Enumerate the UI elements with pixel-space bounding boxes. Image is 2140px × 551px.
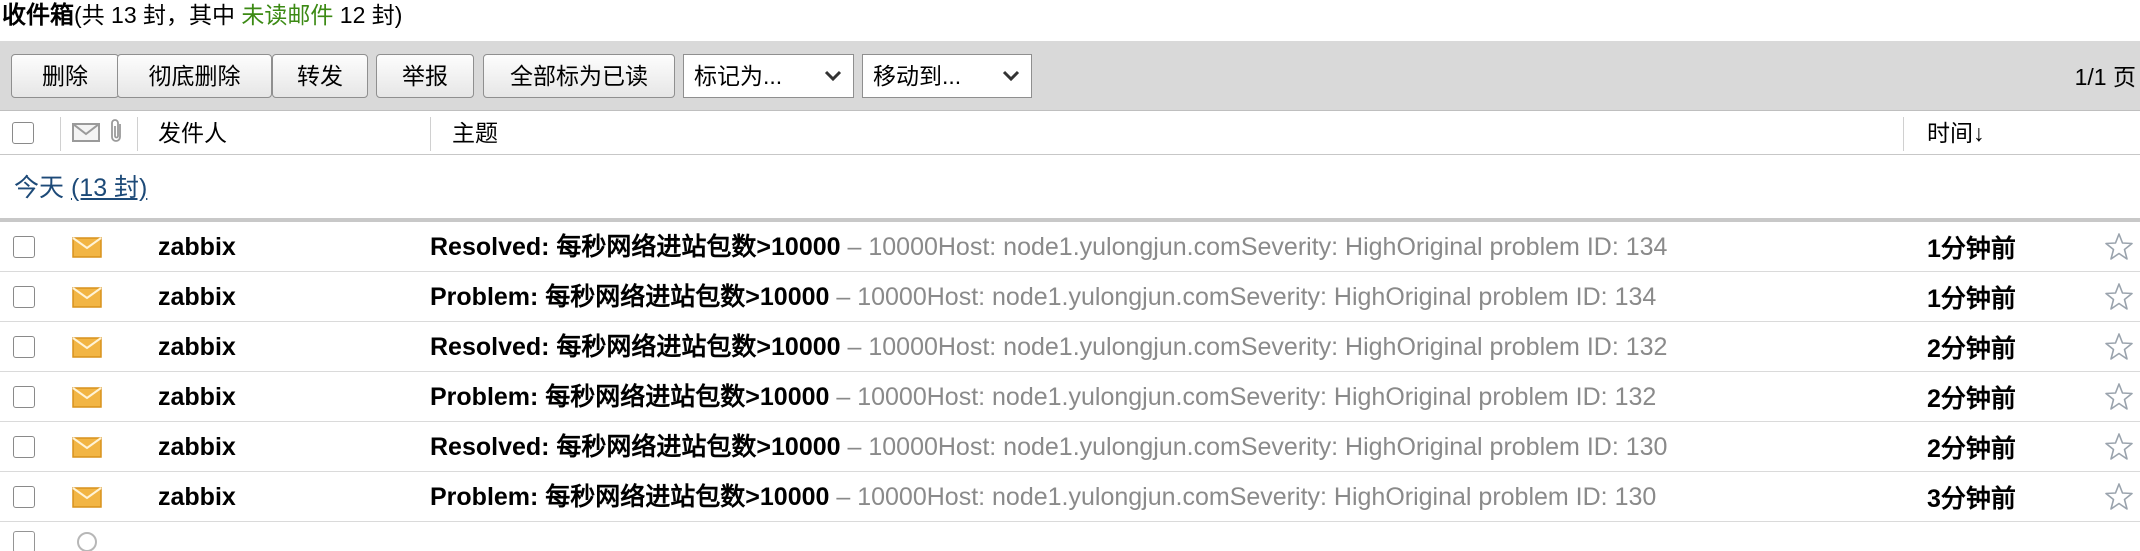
chevron-down-icon <box>824 70 842 82</box>
message-subject-link[interactable]: Resolved: 每秒网络进站包数>10000 – 10000Host: no… <box>430 431 1667 463</box>
row-checkbox[interactable] <box>13 486 35 508</box>
envelope-icon[interactable] <box>72 121 100 143</box>
message-subject: Resolved: 每秒网络进站包数>10000 <box>430 333 841 361</box>
message-subject-link[interactable]: Problem: 每秒网络进站包数>10000 – 10000Host: nod… <box>430 481 1656 513</box>
message-sender: zabbix <box>158 383 236 411</box>
message-row[interactable]: zabbix Resolved: 每秒网络进站包数>10000 – 10000Ho… <box>0 322 2140 372</box>
message-preview: – 10000Host: node1.yulongjun.comSeverity… <box>840 233 1668 261</box>
column-time-sort[interactable]: 时间↓ <box>1927 119 1985 147</box>
message-subject: Resolved: 每秒网络进站包数>10000 <box>430 233 841 261</box>
message-row[interactable]: zabbix Problem: 每秒网络进站包数>10000 – 10000Hos… <box>0 472 2140 522</box>
star-icon[interactable] <box>2104 482 2134 512</box>
star-icon[interactable] <box>2104 332 2134 362</box>
message-time: 2分钟前 <box>1927 385 2016 413</box>
column-separator <box>60 117 61 151</box>
column-separator <box>430 117 431 151</box>
select-all-checkbox[interactable] <box>12 122 34 144</box>
message-subject: Problem: 每秒网络进站包数>10000 <box>430 283 830 311</box>
group-title: 今天 (13 封) <box>14 172 147 204</box>
star-icon[interactable] <box>2104 382 2134 412</box>
envelope-icon <box>72 437 102 458</box>
mark-all-read-button[interactable]: 全部标为已读 <box>483 54 675 98</box>
unread-mail-link[interactable]: 未读邮件 <box>241 2 333 28</box>
attachment-icon[interactable] <box>110 118 124 144</box>
group-title-label: 今天 <box>14 174 65 202</box>
column-subject[interactable]: 主题 <box>452 119 498 147</box>
message-row[interactable]: zabbix Problem: 每秒网络进站包数>10000 – 10000Hos… <box>0 272 2140 322</box>
row-checkbox[interactable] <box>13 236 35 258</box>
forward-button[interactable]: 转发 <box>272 54 368 98</box>
envelope-icon <box>72 287 102 308</box>
mark-as-select[interactable]: 标记为... <box>683 54 854 98</box>
inbox-header: 收件箱(共 13 封，其中 未读邮件 12 封) <box>0 0 2140 36</box>
star-icon[interactable] <box>2104 282 2134 312</box>
column-sender[interactable]: 发件人 <box>158 119 227 147</box>
message-time: 3分钟前 <box>1927 485 2016 513</box>
message-sender: zabbix <box>158 333 236 361</box>
envelope-icon <box>72 387 102 408</box>
envelope-open-icon <box>77 532 97 551</box>
message-sender: zabbix <box>158 233 236 261</box>
inbox-title: 收件箱 <box>2 2 74 29</box>
page-indicator: 1/1 页 <box>2074 64 2136 90</box>
envelope-icon <box>72 487 102 508</box>
message-preview: – 10000Host: node1.yulongjun.comSeverity… <box>829 283 1657 311</box>
row-checkbox[interactable] <box>13 531 35 551</box>
row-checkbox[interactable] <box>13 286 35 308</box>
message-sender: zabbix <box>158 483 236 511</box>
message-subject-link[interactable]: Problem: 每秒网络进站包数>10000 – 10000Host: nod… <box>430 381 1656 413</box>
message-preview: – 10000Host: node1.yulongjun.comSeverity… <box>840 433 1668 461</box>
column-separator <box>137 117 138 151</box>
move-to-select[interactable]: 移动到... <box>862 54 1032 98</box>
message-preview: – 10000Host: node1.yulongjun.comSeverity… <box>829 383 1657 411</box>
inbox-count-prefix: (共 13 封，其中 <box>74 2 242 28</box>
message-row[interactable]: zabbix Problem: 每秒网络进站包数>10000 – 10000Hos… <box>0 372 2140 422</box>
message-time: 1分钟前 <box>1927 285 2016 313</box>
message-subject-link[interactable]: Resolved: 每秒网络进站包数>10000 – 10000Host: no… <box>430 331 1667 363</box>
message-subject-link[interactable]: Resolved: 每秒网络进站包数>10000 – 10000Host: no… <box>430 231 1667 263</box>
message-subject-link[interactable]: Problem: 每秒网络进站包数>10000 – 10000Host: nod… <box>430 281 1656 313</box>
toolbar: 删除 彻底删除 转发 举报 全部标为已读 标记为... 移动到... 1/1 页 <box>0 41 2140 111</box>
message-subject: Resolved: 每秒网络进站包数>10000 <box>430 433 841 461</box>
mark-as-label: 标记为... <box>694 63 783 89</box>
message-sender: zabbix <box>158 433 236 461</box>
message-time: 1分钟前 <box>1927 235 2016 263</box>
message-time: 2分钟前 <box>1927 435 2016 463</box>
message-time: 2分钟前 <box>1927 335 2016 363</box>
message-preview: – 10000Host: node1.yulongjun.comSeverity… <box>840 333 1668 361</box>
report-button[interactable]: 举报 <box>376 54 474 98</box>
message-sender: zabbix <box>158 283 236 311</box>
chevron-down-icon <box>1002 70 1020 82</box>
message-subject: Problem: 每秒网络进站包数>10000 <box>430 483 830 511</box>
message-row[interactable]: zabbix Resolved: 每秒网络进站包数>10000 – 10000Ho… <box>0 422 2140 472</box>
message-preview: – 10000Host: node1.yulongjun.comSeverity… <box>829 483 1657 511</box>
row-checkbox[interactable] <box>13 386 35 408</box>
move-to-label: 移动到... <box>873 63 962 89</box>
column-header: 发件人 主题 时间↓ <box>0 111 2140 155</box>
column-separator <box>1903 117 1904 151</box>
star-icon[interactable] <box>2104 232 2134 262</box>
group-count-link[interactable]: (13 封) <box>71 174 147 202</box>
envelope-icon <box>72 237 102 258</box>
message-row[interactable]: zabbix Resolved: 每秒网络进站包数>10000 – 10000Ho… <box>0 222 2140 272</box>
star-icon[interactable] <box>2104 432 2134 462</box>
partial-row <box>0 521 2140 551</box>
delete-permanently-button[interactable]: 彻底删除 <box>117 54 272 98</box>
inbox-count-suffix: 12 封) <box>333 2 403 28</box>
row-checkbox[interactable] <box>13 436 35 458</box>
delete-button[interactable]: 删除 <box>11 54 119 98</box>
row-checkbox[interactable] <box>13 336 35 358</box>
message-subject: Problem: 每秒网络进站包数>10000 <box>430 383 830 411</box>
envelope-icon <box>72 337 102 358</box>
